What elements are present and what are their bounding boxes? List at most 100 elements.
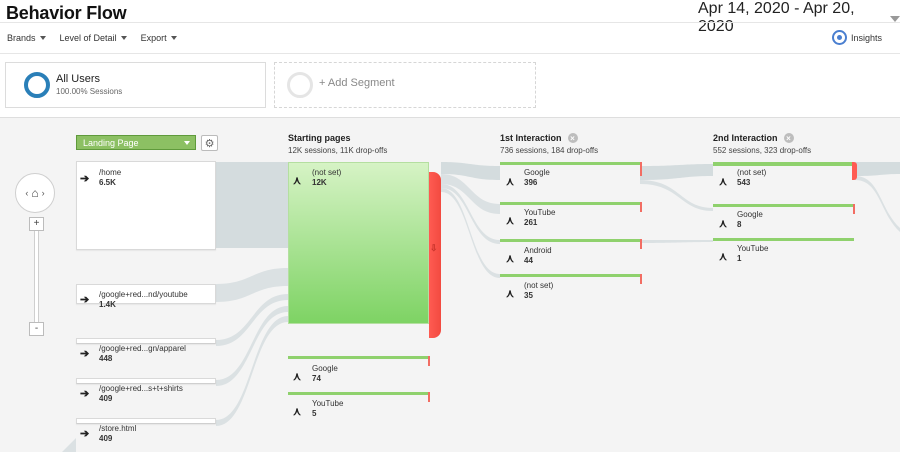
brands-menu[interactable]: Brands [7,33,46,43]
fork-icon: ⋏ [293,371,302,383]
fork-icon: ⋏ [506,215,515,227]
segment-ring-icon [24,72,50,98]
zoom-in-button[interactable]: + [29,217,44,231]
landing-node-label: /home 6.5K [99,168,122,187]
export-label: Export [140,33,167,43]
add-segment-label: + Add Segment [319,77,395,89]
fork-icon: ⋏ [719,176,728,188]
flow-offscreen [62,438,76,452]
segment-name: All Users [56,73,101,85]
entrance-arrow-icon: ➔ [80,388,90,400]
pan-right-icon[interactable]: › [42,188,45,198]
zoom-slider[interactable] [34,231,39,322]
first-node-notset[interactable] [500,274,641,277]
column-summary: 736 sessions, 184 drop-offs [500,146,599,155]
drop-off-stub [640,202,642,212]
drop-off-stub [640,239,642,249]
column-title: Starting pages [288,133,351,143]
fork-icon: ⋏ [719,251,728,263]
insights-label: Insights [851,32,883,43]
starting-node-google[interactable] [288,356,429,359]
header-divider [0,22,900,23]
second-node-notset[interactable] [713,162,854,166]
column-starting-pages: Starting pages 12K sessions, 11K drop-of… [288,133,387,155]
page-title: Behavior Flow [6,3,127,23]
chevron-down-icon [170,36,177,40]
pan-control: ‹ ⌂ › [15,173,55,213]
drop-off-stub [640,274,642,284]
behavior-flow-page: Behavior Flow Apr 14, 2020 - Apr 20, 202… [0,0,900,452]
page-node-label: YouTube 5 [312,399,344,418]
first-node-google[interactable] [500,162,641,165]
chevron-down-icon [120,36,127,40]
column-first-interaction: 1st Interaction × 736 sessions, 184 drop-… [500,133,598,155]
landing-node-store[interactable] [76,418,216,424]
page-node-label: (not set) 12K [312,168,342,187]
fork-icon: ⋏ [293,406,302,418]
starting-node-youtube[interactable] [288,392,429,395]
entrance-arrow-icon: ➔ [80,173,90,185]
level-of-detail-menu[interactable]: Level of Detail [60,33,127,43]
column-summary: 552 sessions, 323 drop-offs [713,146,812,155]
fork-icon: ⋏ [506,288,515,300]
column-summary: 12K sessions, 11K drop-offs [288,146,388,155]
column-second-interaction: 2nd Interaction × 552 sessions, 323 drop-… [713,133,811,155]
drop-off-stub [428,392,430,402]
drop-off-stub [640,162,642,176]
entrance-arrow-icon: ➔ [80,348,90,360]
segment-all-users[interactable]: All Users 100.00% Sessions [5,62,266,108]
toolbar-divider [0,53,900,54]
second-node-google[interactable] [713,204,854,207]
export-menu[interactable]: Export [141,33,177,43]
home-icon[interactable]: ⌂ [31,186,38,200]
flow-first-youtube [640,240,713,243]
chevron-down-icon [184,141,190,145]
starting-node-notset[interactable] [288,162,429,324]
flow-start-notset [441,188,500,278]
close-icon[interactable]: × [783,133,794,143]
zoom-out-button[interactable]: - [29,322,44,336]
page-node-label: (not set) 35 [524,281,554,300]
landing-node-label: /google+red...gn/apparel 448 [99,344,186,363]
gear-icon: ⚙ [204,137,215,150]
landing-node-label: /google+red...s+t+shirts 409 [99,384,183,403]
page-node-label: YouTube 1 [737,244,769,263]
fork-icon: ⋏ [506,176,515,188]
insights-icon [832,30,847,45]
drop-off-arrow-icon: ⇩ [430,243,438,253]
landing-node-home[interactable] [76,161,216,250]
empty-segment-ring-icon [287,72,313,98]
page-node-label: (not set) 543 [737,168,767,187]
page-node-label: Google 8 [737,210,763,229]
drop-off-stub [853,204,855,214]
segment-percentage: 100.00% Sessions [56,87,123,96]
pan-left-icon[interactable]: ‹ [25,188,28,198]
drop-off-bar[interactable] [429,172,441,338]
brands-label: Brands [7,33,36,43]
page-node-label: YouTube 261 [524,208,556,227]
insights-button[interactable]: Insights [832,30,882,45]
add-segment-button[interactable]: + Add Segment [274,62,536,108]
landing-node-label: /google+red...nd/youtube 1.4K [99,290,188,309]
page-node-label: Google 396 [524,168,550,187]
first-node-android[interactable] [500,239,641,242]
drop-off-stub [428,356,430,366]
flow-first-notset [640,164,713,180]
toolbar: Brands Level of Detail Export [7,33,177,43]
fork-icon: ⋏ [293,175,302,187]
flow-canvas[interactable]: Landing Page ⚙ Starting pages 12K sessio… [0,117,900,452]
settings-button[interactable]: ⚙ [201,135,218,151]
flow-first-google [640,180,713,211]
flow-store-page [216,316,288,426]
fork-icon: ⋏ [719,218,728,230]
entrance-arrow-icon: ➔ [80,294,90,306]
first-node-youtube[interactable] [500,202,641,205]
dimension-select[interactable]: Landing Page [76,135,196,150]
level-of-detail-label: Level of Detail [59,33,117,43]
flow-second-out [855,162,900,176]
entrance-arrow-icon: ➔ [80,428,90,440]
flow-second-out-2 [855,176,900,232]
fork-icon: ⋏ [506,253,515,265]
second-node-youtube[interactable] [713,238,854,241]
close-icon[interactable]: × [567,133,578,143]
